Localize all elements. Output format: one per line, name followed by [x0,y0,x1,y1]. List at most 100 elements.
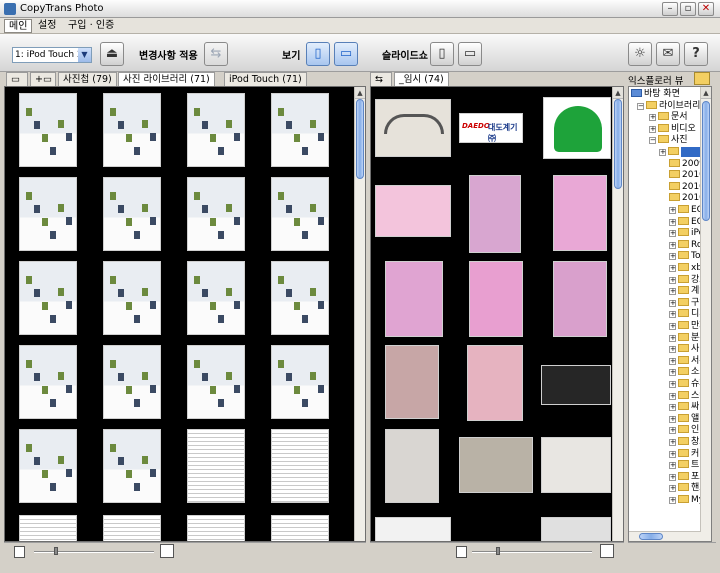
large-thumbs-icon[interactable] [160,544,174,558]
tree-scrollbar[interactable]: ▲ [700,87,711,541]
tree-item[interactable]: − 사진 [649,135,688,146]
expand-icon[interactable]: + [659,149,666,156]
expand-icon[interactable]: + [669,265,676,272]
photo-thumbnail[interactable] [19,429,77,503]
device-select[interactable]: 1: iPod Touch 2G ▼ [12,47,92,63]
photo-thumbnail[interactable] [187,429,245,503]
expand-icon[interactable]: + [669,485,676,493]
tree-item[interactable]: +사진 [669,344,701,355]
left-scrollbar[interactable]: ▲ [354,87,365,541]
tree-item[interactable]: +분류 [669,332,701,344]
tree-item[interactable]: +인터 [669,425,701,436]
add-album-tab[interactable]: +▭ [30,72,56,86]
zoom-slider[interactable] [496,547,500,555]
slideshow-ipod-button[interactable]: ▯ [430,42,454,66]
photo-thumbnail[interactable] [187,515,245,541]
tree-hscrollbar[interactable] [629,531,701,541]
tree-item[interactable]: + [659,147,701,158]
hscroll-thumb[interactable] [639,533,663,540]
photo-thumbnail[interactable] [553,175,607,251]
scroll-up-icon[interactable]: ▲ [613,87,623,99]
tree-item[interactable]: 2009 [669,158,701,170]
tree-item[interactable]: +만화 [669,321,701,332]
tree-item[interactable]: − 라이브러리 [637,100,700,112]
photo-thumbnail[interactable] [543,97,611,159]
zoom-track[interactable] [34,551,154,553]
photo-thumbnail[interactable] [541,437,611,493]
photo-thumbnail[interactable] [469,261,523,337]
tree-item[interactable]: +디지 [669,309,701,320]
expand-icon[interactable]: + [669,288,676,296]
view-ipod-button[interactable]: ▯ [306,42,330,66]
expand-icon[interactable]: + [669,497,676,504]
tree-item[interactable]: +계인 [669,286,701,297]
expand-icon[interactable]: − [649,137,656,145]
photo-thumbnail[interactable] [103,429,161,503]
scroll-up-icon[interactable]: ▲ [355,87,365,99]
photo-thumbnail[interactable] [271,177,329,251]
expand-icon[interactable]: + [669,218,676,226]
new-album-tab[interactable]: ▭ [6,72,28,86]
expand-icon[interactable]: + [669,439,676,446]
help-button[interactable]: ? [684,42,708,66]
tab-album[interactable]: 사진첩 (79) [58,72,117,86]
photo-thumbnail[interactable] [19,345,77,419]
close-button[interactable]: ✕ [698,2,714,16]
tree-item[interactable]: 2010 [669,181,701,193]
photo-thumbnail[interactable] [271,429,329,503]
tree-item[interactable]: +싸이 [669,402,701,413]
scroll-thumb[interactable] [356,99,364,179]
tab-photo-library[interactable]: 사진 라이브러리 (71) [118,72,215,86]
menu-purchase[interactable]: 구입 · 인증 [64,19,118,33]
explorer-tree[interactable]: 바탕 화면−라이브러리+문서+비디오−사진+2009201020102010+E… [628,86,712,542]
expand-icon[interactable]: + [669,392,676,400]
expand-icon[interactable]: + [669,276,676,284]
expand-icon[interactable]: + [669,299,676,307]
expand-icon[interactable]: + [669,369,676,377]
photo-thumbnail[interactable] [103,515,161,541]
tree-item[interactable]: +xbox [669,263,701,274]
zoom-slider[interactable] [54,547,58,555]
tree-item[interactable]: +앨범 [669,413,701,425]
tips-button[interactable]: ☼ [628,42,652,66]
photo-thumbnail[interactable] [271,515,329,541]
menu-settings[interactable]: 설정 [34,19,60,33]
photo-thumbnail[interactable] [19,515,77,541]
tree-item[interactable]: +강조 [669,274,701,286]
expand-icon[interactable]: + [649,114,656,122]
expand-icon[interactable]: + [669,415,676,423]
tree-item[interactable]: 2010 [669,170,701,181]
photo-thumbnail[interactable] [187,261,245,335]
tree-item[interactable]: +핸드 [669,483,701,494]
photo-thumbnail[interactable] [375,185,451,237]
photo-thumbnail[interactable]: DAEDO 대도계기㈜ [459,113,523,143]
photo-thumbnail[interactable] [385,345,439,419]
tree-item[interactable]: 바탕 화면 [631,89,680,100]
tree-item[interactable]: +창고 [669,437,701,448]
photo-thumbnail[interactable] [375,517,451,541]
expand-icon[interactable]: + [669,323,676,330]
expand-icon[interactable]: + [669,381,676,388]
expand-icon[interactable]: + [669,253,676,261]
tree-item[interactable]: +Tool [669,251,701,262]
photo-thumbnail[interactable] [19,93,77,167]
tree-item[interactable]: +iPod [669,228,701,239]
photo-thumbnail[interactable] [271,345,329,419]
menu-main[interactable]: 메인 [4,19,33,33]
expand-icon[interactable]: + [669,462,676,470]
tree-item[interactable]: +구입 [669,297,701,309]
photo-thumbnail[interactable] [19,177,77,251]
pc-photo-pane[interactable]: DAEDO 대도계기㈜ ▲ [370,86,624,542]
photo-thumbnail[interactable] [459,437,533,493]
tree-item[interactable]: +트랜 [669,460,701,471]
photo-thumbnail[interactable] [553,261,607,337]
tree-item[interactable]: +스캔 [669,390,701,402]
expand-icon[interactable]: + [649,125,656,133]
ipod-photo-pane[interactable]: ▲ [4,86,366,542]
tree-item[interactable]: +EOS [669,216,701,228]
tree-item[interactable]: +커머 [669,448,701,460]
tab-ipod-touch[interactable]: iPod Touch (71) [224,72,307,86]
scroll-thumb[interactable] [614,99,622,189]
photo-thumbnail[interactable] [103,93,161,167]
tree-item[interactable]: +My P [669,495,701,506]
